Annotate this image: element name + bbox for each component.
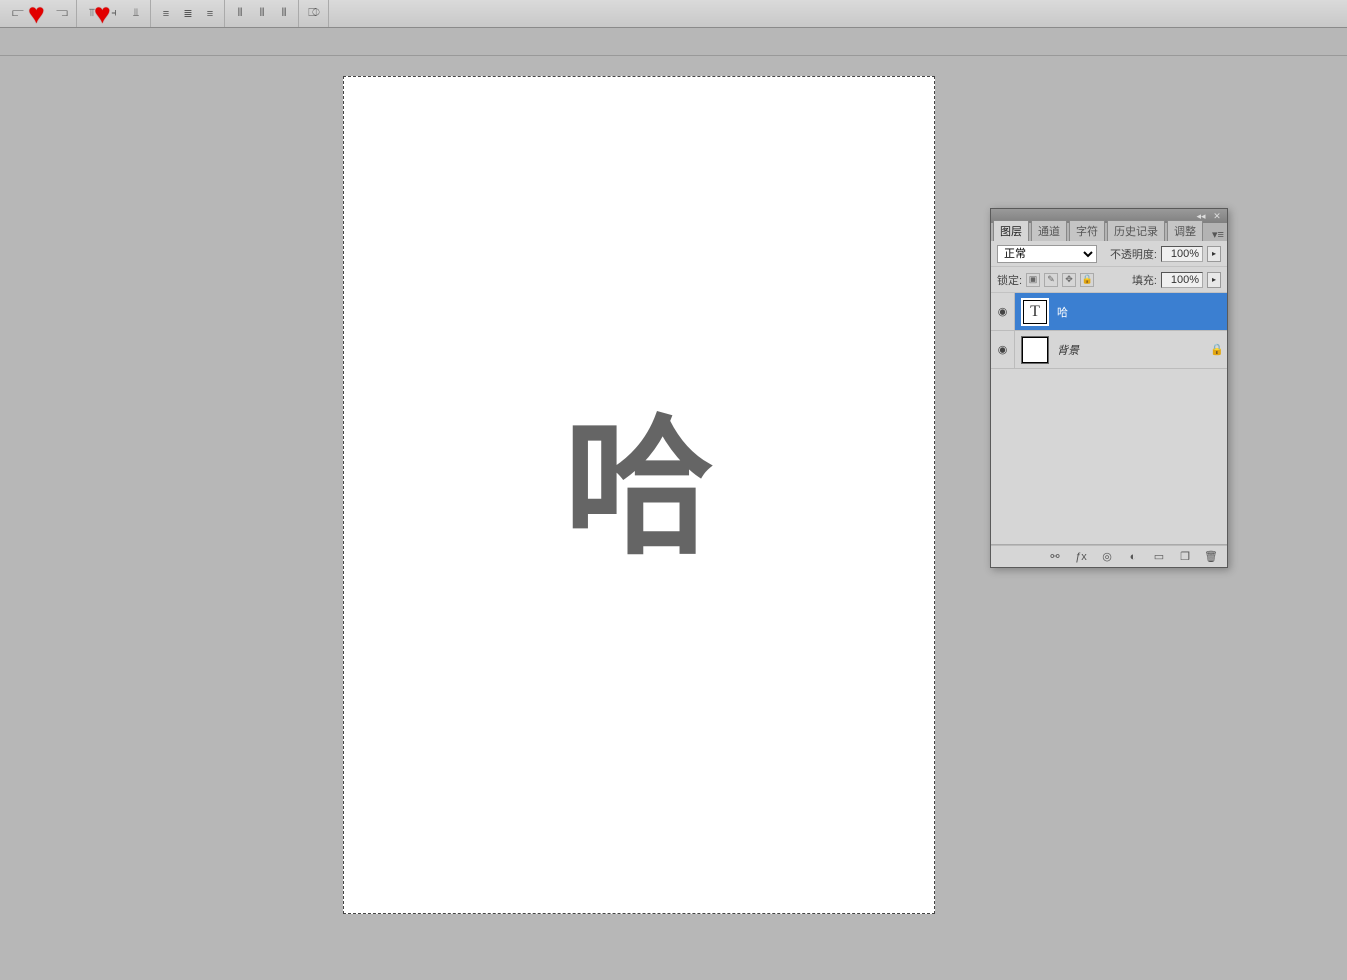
extra-group: ⎄ (300, 0, 329, 27)
fill-flyout-icon[interactable]: ▸ (1207, 272, 1221, 288)
layer-name[interactable]: 背景 (1055, 342, 1207, 358)
panel-tabs: 图层 通道 字符 历史记录 调整 ▾≡ (991, 223, 1227, 241)
layer-name[interactable]: 哈 (1055, 304, 1227, 320)
document-canvas[interactable]: 哈 (343, 76, 935, 914)
opacity-flyout-icon[interactable]: ▸ (1207, 246, 1221, 262)
lock-fill-row: 锁定: ▣ ✎ ✥ 🔒 填充: 100% ▸ (991, 267, 1227, 293)
lock-all-icon[interactable]: 🔒 (1080, 273, 1094, 287)
align-left-edges[interactable]: ⫍ (8, 4, 28, 24)
options-bar-spacer (0, 28, 1347, 56)
layers-panel: ◂◂ ✕ 图层 通道 字符 历史记录 调整 ▾≡ 正常 不透明度: 100% ▸… (990, 208, 1228, 568)
panel-menu-icon[interactable]: ▾≡ (1209, 228, 1227, 241)
opacity-value[interactable]: 100% (1161, 246, 1203, 262)
tab-adjustments[interactable]: 调整 (1167, 220, 1203, 241)
adjustment-icon[interactable]: ◐ (1125, 549, 1141, 565)
tab-channels[interactable]: 通道 (1031, 220, 1067, 241)
layer-row-background[interactable]: 背景 🔒 (991, 331, 1227, 369)
fx-icon[interactable]: ƒx (1073, 549, 1089, 565)
blend-mode-select[interactable]: 正常 (997, 245, 1097, 263)
auto-align[interactable]: ⎄ (304, 4, 324, 24)
align-right-edges[interactable]: ⫎ (52, 4, 72, 24)
layer-thumbnail-bg[interactable] (1021, 336, 1049, 364)
workspace: 哈 ◂◂ ✕ 图层 通道 字符 历史记录 调整 ▾≡ 正常 不透明度: 100%… (0, 56, 1347, 980)
align-h-center[interactable]: ⫟ (30, 4, 50, 24)
lock-label: 锁定: (997, 272, 1022, 288)
lock-transparency-icon[interactable]: ▣ (1026, 273, 1040, 287)
distribute-v-group: ⦀ ⦀ ⦀ (226, 0, 299, 27)
blend-opacity-row: 正常 不透明度: 100% ▸ (991, 241, 1227, 267)
align-top-edges[interactable]: ⫪ (82, 4, 102, 24)
trash-icon[interactable]: 🗑 (1203, 549, 1219, 565)
mask-icon[interactable]: ◎ (1099, 549, 1115, 565)
layer-row-text[interactable]: T 哈 (991, 293, 1227, 331)
group-icon[interactable]: ▭ (1151, 549, 1167, 565)
fill-label: 填充: (1132, 272, 1157, 288)
alignment-toolbar: ⫍ ⫟ ⫎ ⫪ ⫞ ⫫ ≡ ≣ ≡ ⦀ ⦀ ⦀ ⎄ (0, 0, 1347, 28)
lock-pixels-icon[interactable]: ✎ (1044, 273, 1058, 287)
align-v-center[interactable]: ⫞ (104, 4, 124, 24)
layer-list: T 哈 背景 🔒 (991, 293, 1227, 545)
layers-panel-footer: ⚯ ƒx ◎ ◐ ▭ ❐ 🗑 (991, 545, 1227, 567)
align-h-group: ⫍ ⫟ ⫎ (4, 0, 77, 27)
distribute-h-group: ≡ ≣ ≡ (152, 0, 225, 27)
align-v-group: ⫪ ⫞ ⫫ (78, 0, 151, 27)
visibility-toggle-icon[interactable] (991, 293, 1015, 330)
distribute-top[interactable]: ≡ (156, 4, 176, 24)
distribute-right[interactable]: ⦀ (274, 4, 294, 24)
tab-character[interactable]: 字符 (1069, 220, 1105, 241)
document-canvas-wrap: 哈 (343, 76, 935, 914)
tab-history[interactable]: 历史记录 (1107, 220, 1165, 241)
distribute-h-center[interactable]: ⦀ (252, 4, 272, 24)
tab-layers[interactable]: 图层 (993, 220, 1029, 241)
lock-indicator-icon: 🔒 (1207, 343, 1227, 356)
opacity-label: 不透明度: (1110, 246, 1157, 262)
distribute-v-center[interactable]: ≣ (178, 4, 198, 24)
visibility-toggle-icon[interactable] (991, 331, 1015, 368)
new-layer-icon[interactable]: ❐ (1177, 549, 1193, 565)
distribute-left[interactable]: ⦀ (230, 4, 250, 24)
panel-close-icon[interactable]: ✕ (1211, 211, 1223, 221)
layer-thumbnail-text[interactable]: T (1021, 298, 1049, 326)
lock-icons: ▣ ✎ ✥ 🔒 (1026, 273, 1094, 287)
distribute-bottom[interactable]: ≡ (200, 4, 220, 24)
lock-position-icon[interactable]: ✥ (1062, 273, 1076, 287)
fill-value[interactable]: 100% (1161, 272, 1203, 288)
canvas-text-glyph: 哈 (564, 413, 714, 563)
link-icon[interactable]: ⚯ (1047, 549, 1063, 565)
align-bottom-edges[interactable]: ⫫ (126, 4, 146, 24)
